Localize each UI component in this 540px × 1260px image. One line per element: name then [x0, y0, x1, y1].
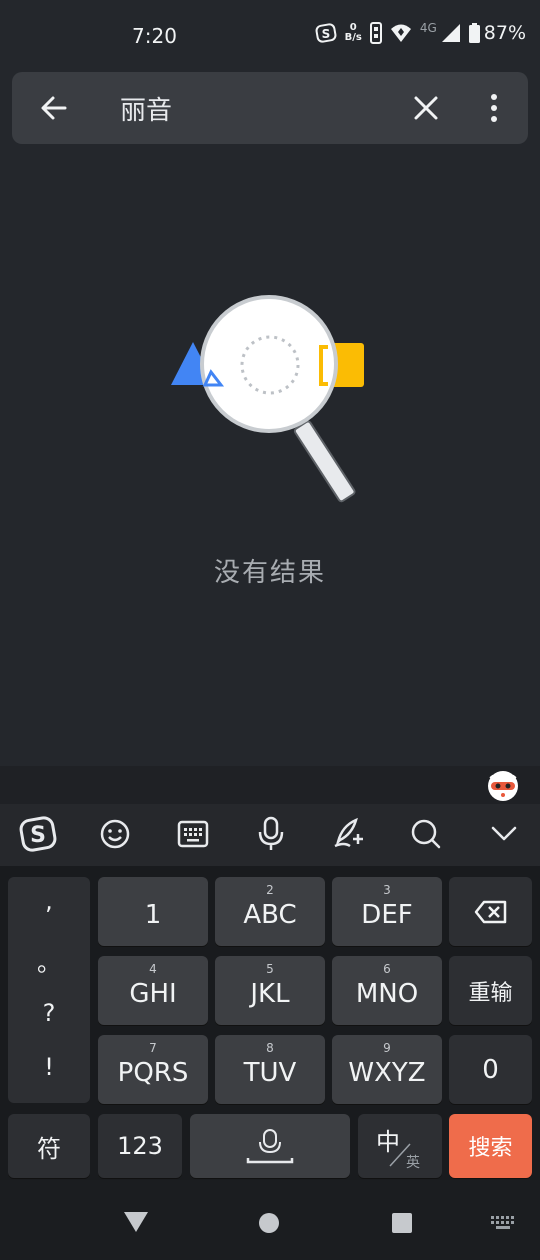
- sogou-status-icon: S: [315, 23, 337, 43]
- lang-divider-icon: [389, 1143, 411, 1167]
- no-results-illustration-icon: [171, 295, 364, 503]
- backspace-key[interactable]: [449, 877, 532, 946]
- key-1[interactable]: 1: [98, 877, 208, 946]
- key-7[interactable]: 7 PQRS: [98, 1035, 208, 1104]
- mascot-icon[interactable]: [486, 768, 520, 802]
- punct-exclaim[interactable]: !: [8, 1053, 90, 1081]
- symbols-key[interactable]: 符: [8, 1114, 90, 1178]
- svg-text:S: S: [321, 27, 330, 41]
- space-mic-icon: [246, 1129, 294, 1164]
- network-type: 4G: [419, 21, 437, 35]
- vibrate-icon: [369, 22, 382, 44]
- status-icons: S 0 B/s 4G 87%: [315, 21, 526, 44]
- key-8[interactable]: 8 TUV: [215, 1035, 325, 1104]
- key-2[interactable]: 2 ABC: [215, 877, 325, 946]
- voice-input-icon[interactable]: [257, 816, 285, 852]
- battery-percent: 87%: [483, 22, 526, 44]
- space-key[interactable]: [190, 1114, 350, 1178]
- net-speed: 0 B/s: [344, 22, 362, 43]
- punct-question[interactable]: ?: [8, 999, 90, 1027]
- search-bar: [12, 72, 528, 144]
- svg-text:S: S: [30, 823, 46, 848]
- nav-keyboard-icon[interactable]: [490, 1215, 516, 1231]
- key-6[interactable]: 6 MNO: [332, 956, 442, 1025]
- search-enter-key[interactable]: 搜索: [449, 1114, 532, 1178]
- emoji-icon[interactable]: [99, 818, 131, 850]
- punct-period[interactable]: 。: [8, 943, 90, 978]
- handwriting-icon[interactable]: [332, 816, 366, 850]
- nav-recents-icon[interactable]: [391, 1212, 413, 1234]
- punctuation-column[interactable]: , 。 ? !: [8, 877, 90, 1103]
- no-results-text: 没有结果: [213, 558, 326, 588]
- key-5[interactable]: 5 JKL: [215, 956, 325, 1025]
- signal-icon: [441, 24, 460, 42]
- key-9[interactable]: 9 WXYZ: [332, 1035, 442, 1104]
- punct-comma[interactable]: ,: [8, 887, 90, 915]
- keyboard-layout-icon[interactable]: [177, 820, 209, 848]
- key-4[interactable]: 4 GHI: [98, 956, 208, 1025]
- clear-icon[interactable]: [412, 94, 440, 122]
- search-icon[interactable]: [410, 818, 442, 850]
- reinput-key[interactable]: 重输: [449, 956, 532, 1025]
- back-arrow-icon[interactable]: [38, 92, 70, 124]
- key-0[interactable]: 0: [449, 1035, 532, 1104]
- more-options-icon[interactable]: [484, 92, 504, 124]
- collapse-keyboard-icon[interactable]: [490, 824, 518, 844]
- language-switch-key[interactable]: 中 英: [358, 1114, 442, 1178]
- search-input[interactable]: 丽音: [120, 90, 172, 127]
- sogou-logo-icon[interactable]: S: [18, 814, 58, 854]
- numbers-key[interactable]: 123: [98, 1114, 182, 1178]
- key-3[interactable]: 3 DEF: [332, 877, 442, 946]
- nav-home-icon[interactable]: [258, 1212, 280, 1234]
- status-time: 7:20: [132, 24, 177, 48]
- backspace-icon: [474, 900, 506, 923]
- nav-back-icon[interactable]: [122, 1210, 150, 1234]
- wifi-icon: [390, 24, 411, 42]
- battery-icon: [468, 23, 480, 43]
